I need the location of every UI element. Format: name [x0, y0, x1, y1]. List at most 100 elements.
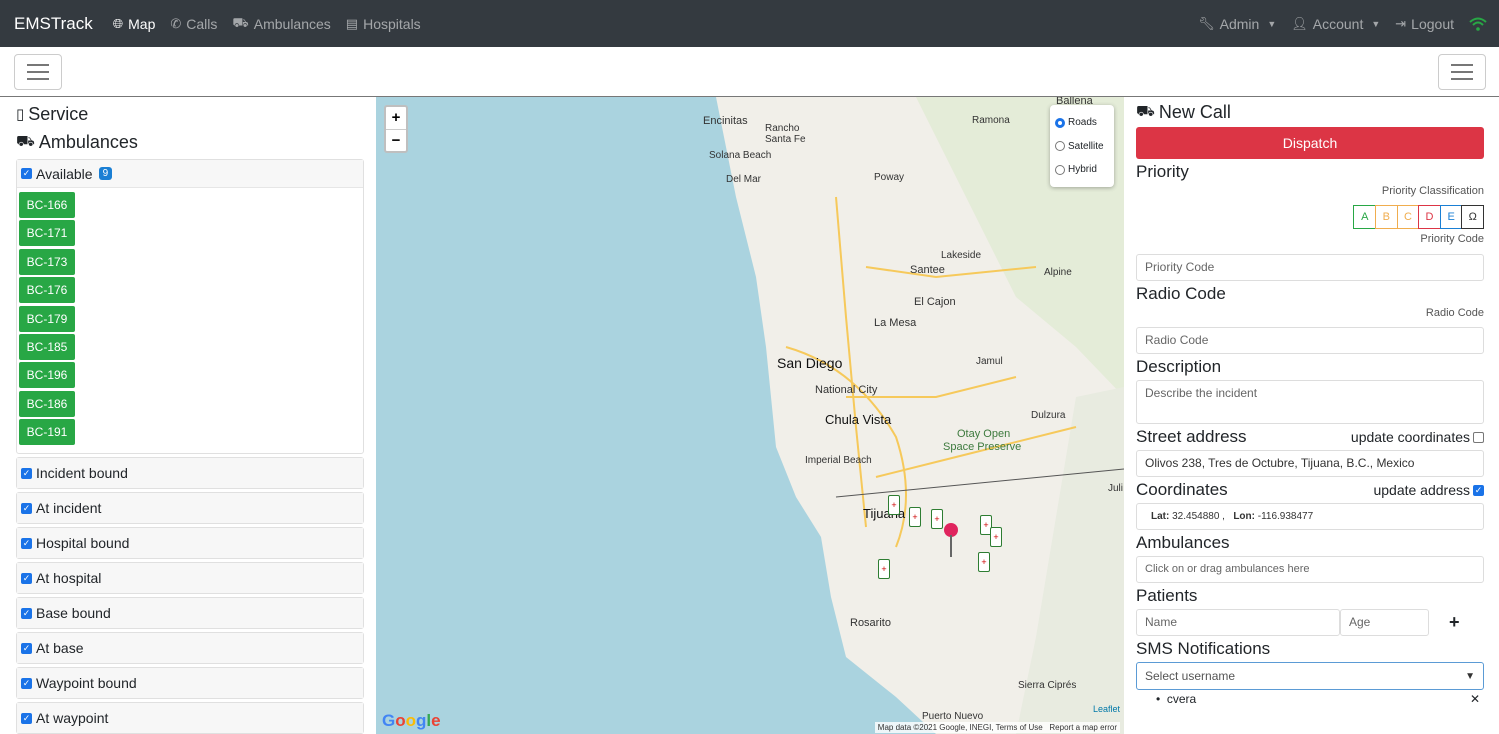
add-patient-button[interactable]: + — [1449, 612, 1460, 633]
map-label: Del Mar — [726, 174, 762, 185]
checkbox-checked[interactable]: ✓ — [21, 712, 32, 724]
street-address-input[interactable]: Olivos 238, Tres de Octubre, Tijuana, B.… — [1136, 450, 1484, 477]
priority-button[interactable]: E — [1439, 205, 1463, 229]
zoom-in-button[interactable]: + — [386, 107, 406, 129]
status-group: ✓ Base bound — [16, 597, 364, 629]
coordinates-display: Lat: 32.454880 , Lon: -116.938477 — [1136, 503, 1484, 530]
layer-switcher: Roads Satellite Hybrid — [1050, 105, 1114, 187]
map-label: Sierra Ciprés — [1018, 680, 1077, 691]
terms-link[interactable]: Terms of Use — [996, 723, 1043, 732]
layer-roads-label: Roads — [1068, 117, 1097, 129]
priority-button[interactable]: B — [1375, 205, 1398, 229]
pin-stem — [950, 535, 952, 557]
checkbox-checked[interactable]: ✓ — [21, 537, 32, 549]
priority-code-input[interactable]: Priority Code — [1136, 254, 1484, 281]
patient-age-input[interactable]: Age — [1340, 609, 1429, 636]
ambulance-button[interactable]: BC-176 — [19, 277, 75, 304]
priority-button[interactable]: C — [1396, 205, 1420, 229]
remove-user-icon[interactable]: ✕ — [1470, 692, 1480, 706]
username-select[interactable]: Select username ▼ — [1136, 662, 1484, 690]
brand-logo[interactable]: EMSTrack — [14, 14, 93, 34]
status-group-header[interactable]: ✓ Waypoint bound — [17, 668, 363, 698]
priority-button[interactable]: D — [1418, 205, 1441, 229]
ambulance-button[interactable]: BC-166 — [19, 192, 75, 218]
nav-logout[interactable]: ⇥ Logout — [1395, 16, 1454, 32]
zoom-out-button[interactable]: − — [386, 129, 406, 151]
priority-button[interactable]: Ω — [1461, 205, 1484, 229]
priority-button[interactable]: A — [1353, 205, 1377, 229]
map-label: El Cajon — [914, 296, 956, 308]
ambulance-marker-icon[interactable]: + — [978, 552, 990, 572]
status-group-header[interactable]: ✓ At base — [17, 633, 363, 663]
status-group-header[interactable]: ✓ At hospital — [17, 563, 363, 593]
count-badge: 9 — [98, 167, 113, 180]
status-group-header[interactable]: ✓ At incident — [17, 493, 363, 523]
nav-calls[interactable]: ✆ Calls — [170, 16, 217, 32]
ambulance-marker-icon[interactable]: + — [888, 495, 900, 515]
ambulances-heading: ⛟ Ambulances — [16, 128, 376, 156]
available-header[interactable]: ✓ Available 9 — [17, 160, 363, 188]
checkbox-checked[interactable]: ✓ — [21, 572, 32, 584]
layer-roads[interactable]: Roads — [1055, 111, 1109, 135]
ambulance-button[interactable]: BC-196 — [19, 362, 75, 389]
nav-calls-label: Calls — [186, 15, 218, 32]
update-coordinates-toggle[interactable]: update coordinates — [1351, 429, 1484, 445]
status-groups: ✓ Incident bound ✓ At incident ✓ Hospital bou… — [16, 457, 376, 734]
update-address-toggle[interactable]: update address ✓ — [1373, 482, 1484, 498]
report-link[interactable]: Report a map error — [1049, 723, 1117, 732]
checkbox-checked[interactable]: ✓ — [21, 607, 32, 619]
status-group-header[interactable]: ✓ Hospital bound — [17, 528, 363, 558]
ambulance-marker-icon[interactable]: + — [878, 559, 890, 579]
ambulances-heading: Ambulances — [1136, 533, 1230, 552]
map[interactable]: + − Roads Satellite Hybrid Ballena Encin… — [376, 97, 1124, 734]
nav-hospitals[interactable]: ▤ Hospitals — [346, 16, 421, 32]
right-panel-toggle-button[interactable] — [1438, 54, 1486, 90]
map-label: National City — [815, 384, 878, 396]
ambulance-marker-icon[interactable]: + — [909, 507, 921, 527]
patient-name-input[interactable]: Name — [1136, 609, 1340, 636]
top-navbar: EMSTrack 🌐︎ Map ✆ Calls ⛟ Ambulances ▤ H… — [0, 0, 1499, 47]
checkbox-checked[interactable]: ✓ — [21, 467, 32, 479]
nav-map[interactable]: 🌐︎ Map — [113, 16, 156, 32]
checkbox-checked[interactable]: ✓ — [21, 642, 32, 654]
nav-account[interactable]: 👤︎ Account ▼ — [1291, 16, 1380, 32]
radio-selected[interactable] — [1055, 117, 1065, 128]
nav-hospitals-label: Hospitals — [363, 15, 421, 32]
checkbox-checked[interactable]: ✓ — [21, 677, 32, 689]
ambulance-button[interactable]: BC-186 — [19, 390, 75, 417]
ambulance-button[interactable]: BC-191 — [19, 419, 75, 446]
ambulance-button[interactable]: BC-185 — [19, 333, 75, 360]
radio[interactable] — [1055, 141, 1065, 152]
status-group-header[interactable]: ✓ Incident bound — [17, 458, 363, 488]
ambulance-marker-icon[interactable]: + — [931, 509, 943, 529]
description-textarea[interactable]: Describe the incident — [1136, 380, 1484, 424]
ambulance-marker-icon[interactable]: + — [990, 527, 1002, 547]
update-coordinates-checkbox[interactable] — [1473, 431, 1484, 443]
hospital-icon: ▤ — [345, 15, 359, 31]
ambulance-button[interactable]: BC-171 — [19, 220, 75, 247]
map-label: Space Preserve — [943, 441, 1022, 453]
status-group-header[interactable]: ✓ Base bound — [17, 598, 363, 628]
map-label: Alpine — [1044, 267, 1072, 278]
nav-ambulances[interactable]: ⛟ Ambulances — [232, 15, 330, 33]
layer-satellite[interactable]: Satellite — [1055, 135, 1109, 159]
map-label: Imperial Beach — [805, 455, 872, 466]
left-panel-toggle-button[interactable] — [14, 54, 62, 90]
status-group-header[interactable]: ✓ At waypoint — [17, 703, 363, 733]
layer-hybrid[interactable]: Hybrid — [1055, 158, 1109, 182]
leaflet-link[interactable]: Leaflet — [1093, 704, 1120, 714]
map-label: Ballena — [1056, 97, 1093, 107]
service-heading[interactable]: ▯ Service — [16, 100, 376, 128]
checkbox-checked[interactable]: ✓ — [21, 502, 32, 514]
ambulances-dropzone[interactable]: Click on or drag ambulances here — [1136, 556, 1484, 583]
radio-code-input[interactable]: Radio Code — [1136, 327, 1484, 354]
ambulance-button[interactable]: BC-173 — [19, 248, 75, 275]
update-address-checkbox[interactable]: ✓ — [1473, 484, 1484, 496]
dispatch-button[interactable]: Dispatch — [1136, 127, 1484, 159]
radio[interactable] — [1055, 164, 1065, 175]
map-label: Santa Fe — [765, 134, 806, 145]
checkbox-checked[interactable]: ✓ — [21, 168, 32, 179]
ambulance-button[interactable]: BC-179 — [19, 305, 75, 332]
nav-admin[interactable]: 🔧︎ Admin ▼ — [1198, 16, 1276, 32]
map-label: Rancho — [765, 123, 800, 134]
